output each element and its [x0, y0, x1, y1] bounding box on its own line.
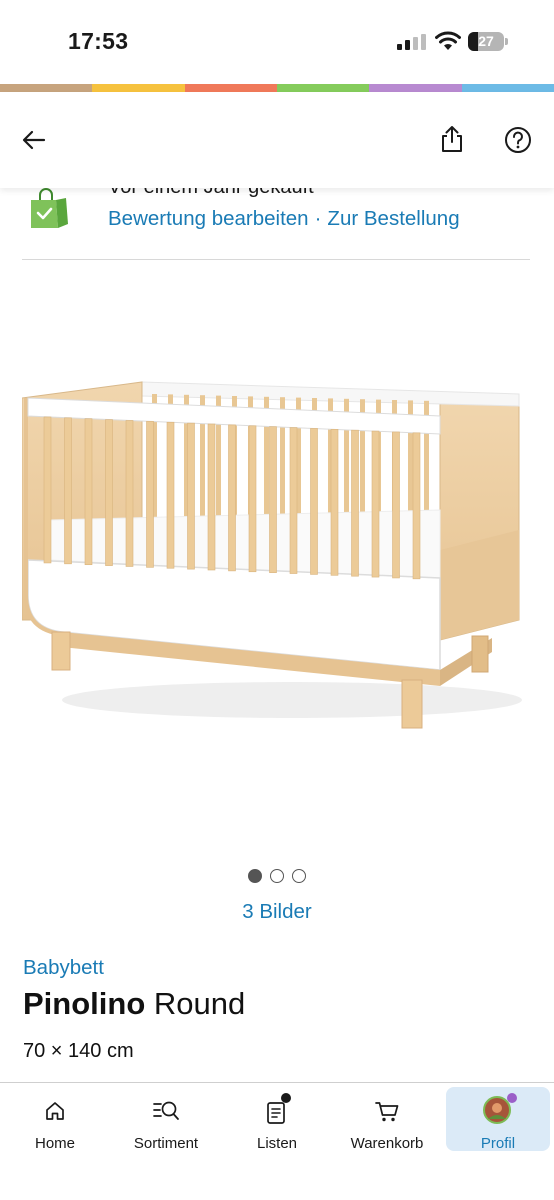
bottom-navigation: Home Sortiment Listen Warenkorb Profil — [0, 1082, 554, 1200]
stripe-segment — [369, 84, 462, 92]
pager-dot[interactable] — [270, 869, 284, 883]
crib-front-slat — [43, 416, 52, 564]
shopping-bag-check-icon — [31, 188, 68, 228]
crib-front-slat — [392, 431, 400, 579]
crib-front-slat — [228, 424, 236, 572]
pager-dot[interactable] — [292, 869, 306, 883]
crib-front-slat — [351, 429, 359, 577]
question-circle-icon[interactable] — [504, 126, 532, 154]
crib-front-slat — [207, 423, 216, 571]
battery-indicator: 27 — [468, 32, 508, 51]
crib-front-slat — [289, 427, 298, 574]
crib-front-slat — [412, 432, 421, 580]
arrow-left-icon[interactable] — [18, 126, 50, 154]
image-count-link[interactable]: 3 Bilder — [0, 900, 554, 924]
nav-warenkorb-label: Warenkorb — [350, 1135, 424, 1152]
stripe-segment — [276, 84, 370, 92]
nav-home-label: Home — [34, 1135, 75, 1152]
product-brand: Pinolino — [23, 986, 146, 1021]
search-list-icon — [153, 1101, 179, 1120]
cart-icon — [375, 1102, 399, 1122]
profil-badge — [507, 1093, 517, 1103]
crib-front-slat — [125, 420, 134, 567]
crib-front-slat — [166, 421, 175, 569]
product-category-link[interactable]: Babybett — [23, 956, 104, 980]
edit-review-link[interactable]: Bewertung bearbeiten — [108, 207, 309, 230]
crib-front-slat — [64, 417, 72, 565]
crib-front-slat — [187, 422, 195, 570]
home-icon — [46, 1102, 64, 1120]
crib-front-slat — [310, 428, 318, 575]
status-time: 17:53 — [68, 28, 129, 54]
nav-listen-label: Listen — [256, 1135, 298, 1152]
product-model: Round — [153, 986, 246, 1021]
crib-front-slat — [269, 426, 277, 573]
nav-profil-label: Profil — [480, 1135, 516, 1152]
crib-front-slat — [84, 418, 93, 566]
product-image[interactable] — [22, 370, 530, 740]
pager-dot[interactable] — [248, 869, 262, 883]
crib-front-slat — [330, 429, 339, 576]
crib-front-slat — [371, 430, 380, 578]
crib-front-slat — [146, 421, 154, 568]
listen-badge — [281, 1093, 291, 1103]
stripe-segment — [92, 84, 185, 92]
divider — [22, 259, 530, 260]
share-icon[interactable] — [438, 124, 466, 154]
brand-color-stripe — [0, 84, 554, 92]
battery-level: 27 — [478, 33, 494, 49]
wifi-icon — [435, 31, 461, 50]
to-order-link[interactable]: Zur Bestellung — [327, 207, 459, 230]
crib-front-slat — [248, 425, 257, 573]
nav-sortiment[interactable]: Sortiment — [110, 1087, 222, 1152]
link-separator: · — [314, 207, 322, 230]
stripe-segment — [0, 84, 93, 92]
product-dimensions: 70 × 140 cm — [23, 1040, 134, 1062]
order-links: Bewertung bearbeiten · Zur Bestellung — [108, 207, 460, 231]
stripe-segment — [461, 84, 554, 92]
image-pager[interactable] — [0, 869, 554, 883]
top-header — [0, 92, 554, 188]
stripe-segment — [184, 84, 277, 92]
product-title: Pinolino Round — [23, 986, 245, 1022]
crib-front-slat — [105, 419, 113, 566]
nav-warenkorb[interactable]: Warenkorb — [332, 1087, 442, 1152]
nav-home[interactable]: Home — [0, 1087, 110, 1152]
nav-listen[interactable]: Listen — [222, 1087, 332, 1152]
nav-profil[interactable]: Profil — [446, 1087, 550, 1152]
status-bar: 17:53 27 — [0, 0, 554, 84]
nav-sortiment-label: Sortiment — [133, 1135, 199, 1152]
cellular-signal-icon — [397, 34, 426, 50]
